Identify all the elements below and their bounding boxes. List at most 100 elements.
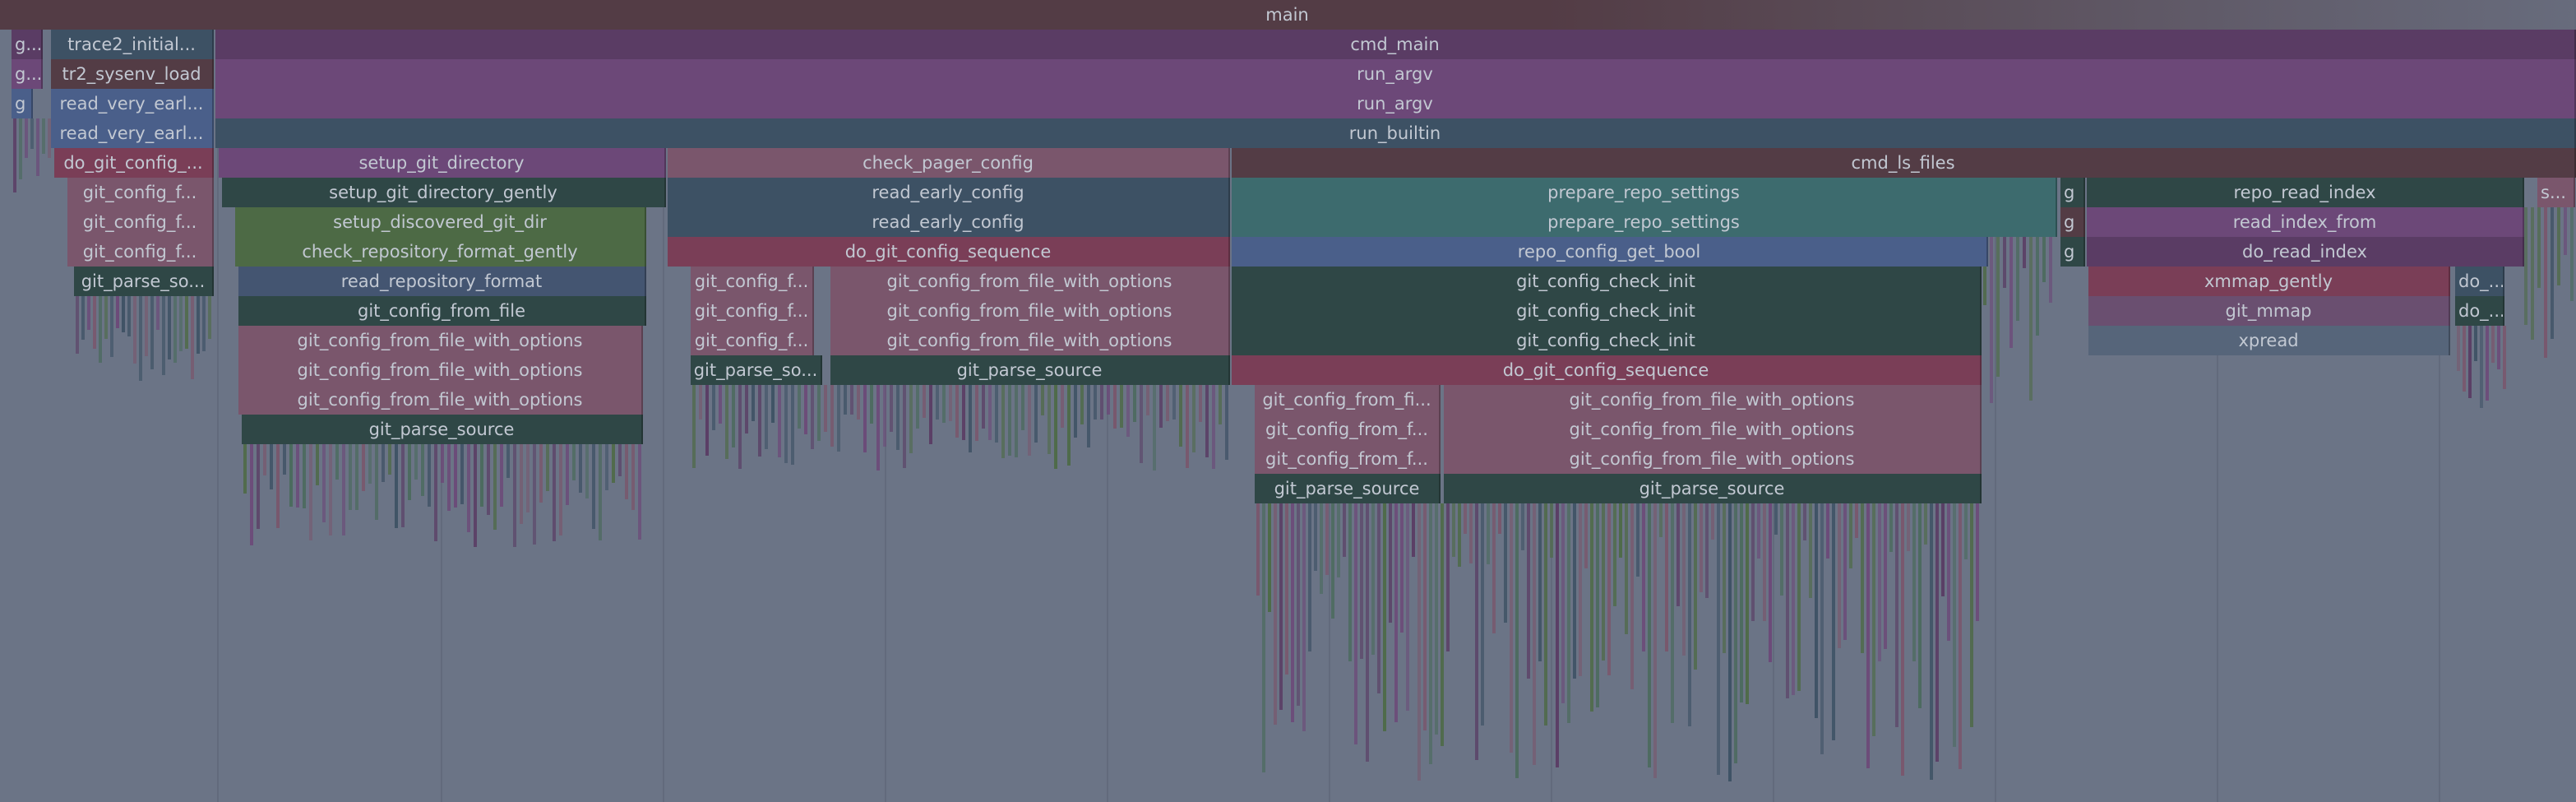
frame-git-config-f-mid-1[interactable]: git_config_f... — [691, 267, 814, 296]
thin-frame — [1930, 503, 1933, 780]
frame-git-parse-source-mid[interactable]: git_parse_source — [830, 355, 1230, 385]
frame-gcffwo-right-2[interactable]: git_config_from_file_with_options — [1444, 415, 1982, 444]
thin-frame — [1383, 503, 1386, 731]
thin-frame — [1694, 503, 1697, 670]
frame-git-config-check-init-1[interactable]: git_config_check_init — [1232, 267, 1982, 296]
frame-git-config-from-file[interactable]: git_config_from_file — [238, 296, 646, 326]
frame-git-config-f-left-1[interactable]: git_config_f... — [67, 178, 214, 207]
frame-check-repository-format-gently[interactable]: check_repository_format_gently — [235, 237, 646, 267]
frame-gcffwo-right-3[interactable]: git_config_from_file_with_options — [1444, 444, 1982, 474]
frame-gcffwo-setup-2[interactable]: git_config_from_file_with_options — [238, 355, 643, 385]
thin-frame — [1159, 385, 1163, 428]
frame-git-mmap[interactable]: git_mmap — [2088, 296, 2450, 326]
thin-frame — [1389, 503, 1392, 623]
frame-g-right-1[interactable]: g — [2060, 178, 2085, 207]
thin-frame — [460, 444, 464, 504]
frame-repo-config-get-bool[interactable]: repo_config_get_bool — [1232, 237, 1988, 267]
frame-prepare-repo-settings-2[interactable]: prepare_repo_settings — [1232, 207, 2057, 237]
thin-frame — [699, 385, 702, 420]
flamegraph-view[interactable]: main cmd_main run_argv run_argv run_builtin t… — [0, 0, 2576, 802]
frame-git-config-from-f-2[interactable]: git_config_from_f... — [1255, 444, 1441, 474]
frame-git-config-f-mid-3[interactable]: git_config_f... — [691, 326, 814, 355]
frame-read-index-from[interactable]: read_index_from — [2087, 207, 2524, 237]
frame-git-config-from-fi[interactable]: git_config_from_fi... — [1255, 385, 1441, 415]
frame-git-config-f-mid-2[interactable]: git_config_f... — [691, 296, 814, 326]
frame-git-parse-so-left[interactable]: git_parse_so... — [74, 267, 214, 296]
thin-frame — [349, 444, 352, 510]
frame-g-right-3[interactable]: g — [2060, 237, 2085, 267]
thin-frame — [1809, 503, 1812, 598]
frame-do-git-config-left[interactable]: do_git_config_... — [54, 148, 214, 178]
frame-gcffwo-setup-3[interactable]: git_config_from_file_with_options — [238, 385, 643, 415]
frame-read-very-early-1[interactable]: read_very_earl... — [51, 89, 214, 118]
frame-trace2-initial[interactable]: trace2_initial... — [51, 30, 214, 59]
frame-git-parse-source-right-2[interactable]: git_parse_source — [1444, 474, 1982, 503]
frame-setup-git-directory-gently[interactable]: setup_git_directory_gently — [222, 178, 666, 207]
frame-read-repository-format[interactable]: read_repository_format — [238, 267, 646, 296]
thin-frame — [2570, 207, 2574, 301]
thin-frame — [745, 385, 748, 433]
frame-git-config-f-left-2[interactable]: git_config_f... — [67, 207, 214, 237]
frame-run-argv-2[interactable]: run_argv — [215, 89, 2576, 118]
frame-git-config-check-init-2[interactable]: git_config_check_init — [1232, 296, 1982, 326]
frame-gcffwo-setup-1[interactable]: git_config_from_file_with_options — [238, 326, 643, 355]
thin-frame — [1212, 385, 1215, 469]
thin-frame — [1166, 385, 1169, 421]
frame-read-early-config-1[interactable]: read_early_config — [668, 178, 1230, 207]
thin-frame — [1832, 503, 1835, 740]
thin-frame — [145, 296, 148, 356]
frame-git-parse-source-setup[interactable]: git_parse_source — [242, 415, 643, 444]
frame-read-very-early-2[interactable]: read_very_earl... — [51, 118, 214, 148]
frame-gcffwo-mid-3[interactable]: git_config_from_file_with_options — [830, 326, 1230, 355]
thin-frame — [1008, 385, 1011, 456]
frame-check-pager-config[interactable]: check_pager_config — [668, 148, 1230, 178]
frame-gcffwo-mid-1[interactable]: git_config_from_file_with_options — [830, 267, 1230, 296]
thin-frame — [395, 444, 398, 528]
frame-git-config-f-left-3[interactable]: git_config_f... — [67, 237, 214, 267]
thin-frame — [1884, 503, 1887, 649]
frame-gcffwo-mid-2[interactable]: git_config_from_file_with_options — [830, 296, 1230, 326]
thin-frame — [122, 296, 125, 332]
frame-do-git-config-sequence-mid[interactable]: do_git_config_sequence — [668, 237, 1230, 267]
frame-run-builtin[interactable]: run_builtin — [215, 118, 2576, 148]
frame-do-right-1[interactable]: do_... — [2455, 267, 2504, 296]
thin-frame — [506, 444, 510, 478]
thin-frame — [1815, 503, 1818, 718]
frame-do-git-config-sequence-right[interactable]: do_git_config_sequence — [1232, 355, 1982, 385]
frame-run-argv-1[interactable]: run_argv — [215, 59, 2576, 89]
frame-setup-discovered-git-dir[interactable]: setup_discovered_git_dir — [235, 207, 646, 237]
thin-frame — [1481, 503, 1484, 726]
thin-frame — [1964, 503, 1968, 559]
frame-read-early-config-2[interactable]: read_early_config — [668, 207, 1230, 237]
thin-frame — [480, 444, 483, 507]
frame-g-left-1[interactable]: g... — [12, 30, 43, 59]
frame-s-right[interactable]: s... — [2537, 178, 2575, 207]
thin-frame — [1087, 385, 1090, 447]
frame-g-right-2[interactable]: g — [2060, 207, 2085, 237]
thin-frame — [296, 444, 299, 508]
thin-frame — [1671, 503, 1674, 723]
frame-git-parse-source-right-1[interactable]: git_parse_source — [1255, 474, 1441, 503]
frame-xpread[interactable]: xpread — [2088, 326, 2450, 355]
frame-repo-read-index[interactable]: repo_read_index — [2087, 178, 2524, 207]
frame-main[interactable]: main — [0, 0, 2576, 30]
frame-setup-git-directory[interactable]: setup_git_directory — [219, 148, 666, 178]
frame-g-left-3[interactable]: g — [12, 89, 33, 118]
thin-frame — [1653, 503, 1657, 778]
frame-gcffwo-right-1[interactable]: git_config_from_file_with_options — [1444, 385, 1982, 415]
frame-g-left-2[interactable]: g... — [12, 59, 43, 89]
frame-xmmap-gently[interactable]: xmmap_gently — [2088, 267, 2450, 296]
frame-git-parse-so-mid[interactable]: git_parse_so... — [691, 355, 822, 385]
thin-frame — [705, 385, 709, 456]
frame-cmd-ls-files[interactable]: cmd_ls_files — [1232, 148, 2576, 178]
thin-frame — [1015, 385, 1018, 457]
frame-git-config-check-init-3[interactable]: git_config_check_init — [1232, 326, 1982, 355]
frame-do-read-index[interactable]: do_read_index — [2087, 237, 2524, 267]
thin-frame — [2503, 326, 2506, 389]
frame-git-config-from-f-1[interactable]: git_config_from_f... — [1255, 415, 1441, 444]
frame-do-right-2[interactable]: do_... — [2455, 296, 2504, 326]
frame-prepare-repo-settings-1[interactable]: prepare_repo_settings — [1232, 178, 2057, 207]
thin-frame — [1074, 385, 1077, 438]
frame-cmd-main[interactable]: cmd_main — [215, 30, 2576, 59]
frame-tr2-sysenv-load[interactable]: tr2_sysenv_load — [51, 59, 214, 89]
